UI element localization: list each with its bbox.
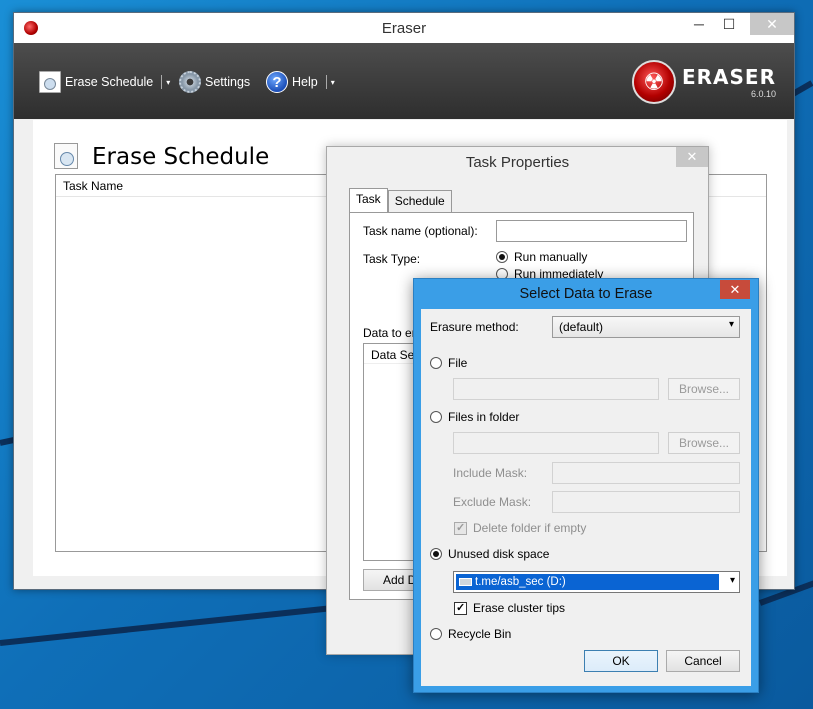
chevron-down-icon: ▾ <box>728 319 734 330</box>
checkbox-checked-icon <box>454 601 467 615</box>
include-mask-field[interactable] <box>552 462 740 484</box>
folder-browse-button[interactable]: Browse... <box>668 432 740 454</box>
close-button[interactable]: ✕ <box>676 147 708 167</box>
exclude-mask-field[interactable] <box>552 491 740 513</box>
radio-selected-icon <box>430 548 442 560</box>
toolbar-separator <box>161 75 163 89</box>
data-to-erase-label: Data to er <box>363 326 416 340</box>
eraser-logo: ERASER 6.0.10 <box>631 59 776 105</box>
chevron-down-icon: ▾ <box>729 575 735 586</box>
dialog-title: Select Data to Erase <box>519 286 653 302</box>
cancel-button[interactable]: Cancel <box>666 650 740 672</box>
file-path-field[interactable] <box>453 378 659 400</box>
select-data-dialog: Select Data to Erase ✕ Erasure method: (… <box>413 278 759 693</box>
logo-version: 6.0.10 <box>750 89 776 99</box>
radio-icon <box>430 357 442 369</box>
title-bar[interactable]: Eraser ─ ☐ ✕ <box>14 13 794 43</box>
radio-icon <box>430 411 442 423</box>
erase-schedule-label: Erase Schedule <box>65 75 154 89</box>
schedule-clock-icon <box>54 143 78 169</box>
drive-select[interactable]: t.me/asb_sec (D:) ▾ <box>453 571 740 593</box>
close-button[interactable]: ✕ <box>750 13 794 35</box>
files-in-folder-label: Files in folder <box>448 410 520 424</box>
recycle-bin-radio[interactable]: Recycle Bin <box>430 627 511 641</box>
files-in-folder-radio[interactable]: Files in folder <box>430 410 519 424</box>
recycle-bin-label: Recycle Bin <box>448 627 512 641</box>
drive-value: t.me/asb_sec (D:) <box>475 576 566 588</box>
delete-folder-checkbox[interactable]: Delete folder if empty <box>454 521 586 535</box>
run-manually-label: Run manually <box>514 250 588 264</box>
erase-cluster-tips-checkbox[interactable]: Erase cluster tips <box>454 601 565 615</box>
tab-schedule[interactable]: Schedule <box>387 190 452 212</box>
tab-task[interactable]: Task <box>349 188 388 212</box>
dialog-body: Erasure method: (default) ▾ File Browse.… <box>421 309 751 686</box>
erasure-method-label: Erasure method: <box>430 320 519 334</box>
ok-button[interactable]: OK <box>584 650 658 672</box>
run-manually-radio[interactable]: Run manually <box>496 250 587 264</box>
chevron-down-icon[interactable]: ▾ <box>166 78 170 87</box>
folder-path-field[interactable] <box>453 432 659 454</box>
maximize-button[interactable]: ☐ <box>714 13 744 35</box>
unused-disk-space-label: Unused disk space <box>448 547 550 561</box>
window-title: Eraser <box>381 20 427 37</box>
task-name-label: Task name (optional): <box>363 224 478 238</box>
close-button[interactable]: ✕ <box>720 280 750 299</box>
task-name-input[interactable] <box>496 220 687 242</box>
tab-strip: Task Schedule <box>349 188 452 212</box>
include-mask-label: Include Mask: <box>453 466 528 480</box>
chevron-down-icon[interactable]: ▾ <box>331 78 335 87</box>
dialog-title-bar[interactable]: Select Data to Erase ✕ <box>414 279 758 309</box>
schedule-document-icon <box>39 71 61 93</box>
logo-name: ERASER <box>681 65 776 89</box>
gear-icon <box>179 71 201 93</box>
minimize-button[interactable]: ─ <box>684 13 714 35</box>
file-browse-button[interactable]: Browse... <box>668 378 740 400</box>
toolbar: Erase Schedule ▾ Settings ? Help ▾ ERASE… <box>14 43 794 119</box>
unused-disk-space-radio[interactable]: Unused disk space <box>430 547 549 561</box>
help-label: Help <box>292 75 318 89</box>
radio-selected-icon <box>496 251 508 263</box>
erase-schedule-menu[interactable]: Erase Schedule ▾ <box>39 71 170 93</box>
erase-cluster-tips-label: Erase cluster tips <box>473 601 566 615</box>
dialog-title-bar[interactable]: Task Properties ✕ <box>327 147 708 177</box>
toolbar-separator <box>325 75 327 89</box>
checkbox-checked-icon <box>454 521 467 535</box>
radiation-logo-icon <box>631 60 676 104</box>
help-icon: ? <box>266 71 288 93</box>
delete-folder-label: Delete folder if empty <box>473 521 587 535</box>
exclude-mask-label: Exclude Mask: <box>453 495 532 509</box>
file-radio[interactable]: File <box>430 356 467 370</box>
help-menu[interactable]: ? Help ▾ <box>266 71 335 93</box>
task-type-label: Task Type: <box>363 252 421 266</box>
radio-icon <box>430 628 442 640</box>
settings-button[interactable]: Settings <box>179 71 250 93</box>
settings-label: Settings <box>205 75 251 89</box>
erasure-method-select[interactable]: (default) ▾ <box>552 316 740 338</box>
page-title: Erase Schedule <box>92 144 270 170</box>
erasure-method-value: (default) <box>559 320 604 334</box>
drive-icon <box>459 578 472 586</box>
file-label: File <box>448 356 468 370</box>
dialog-title: Task Properties <box>465 154 570 171</box>
